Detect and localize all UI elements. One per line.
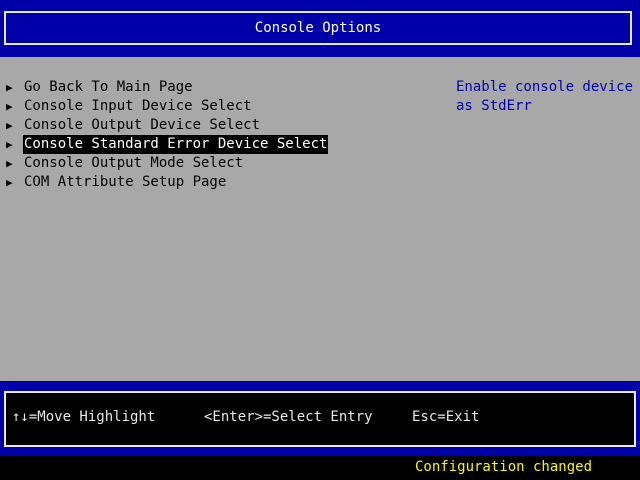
menu-list: ▶ Go Back To Main Page ▶ Console Input D…	[6, 78, 329, 192]
bios-screen: Console Options ▶ Go Back To Main Page ▶…	[0, 0, 640, 480]
menu-item-label: Console Output Device Select	[24, 117, 261, 133]
menu-item-console-output-mode-select[interactable]: ▶ Console Output Mode Select	[6, 154, 328, 173]
footer-band: ↑↓=Move Highlight <Enter>=Select Entry E…	[0, 381, 640, 456]
triangle-right-icon: ▶	[6, 81, 13, 94]
menu-item-console-input-device-select[interactable]: ▶ Console Input Device Select	[6, 97, 328, 116]
menu-item-label: Console Standard Error Device Select	[23, 135, 329, 154]
select-entry-hint: <Enter>=Select Entry	[204, 409, 373, 425]
triangle-right-icon: ▶	[6, 138, 13, 151]
title-band: Console Options	[0, 0, 640, 57]
move-highlight-hint: ↑↓=Move Highlight	[12, 409, 156, 425]
triangle-right-icon: ▶	[6, 157, 13, 170]
menu-item-label: Go Back To Main Page	[24, 79, 193, 95]
menu-item-go-back-to-main-page[interactable]: ▶ Go Back To Main Page	[6, 78, 328, 97]
menu-item-console-standard-error-device-select[interactable]: ▶ Console Standard Error Device Select	[6, 135, 329, 154]
menu-item-label: COM Attribute Setup Page	[24, 174, 227, 190]
triangle-right-icon: ▶	[6, 176, 13, 189]
status-message: Configuration changed	[415, 459, 593, 475]
help-text: Enable console device as StdErr	[456, 79, 634, 114]
menu-item-console-output-device-select[interactable]: ▶ Console Output Device Select	[6, 116, 328, 135]
triangle-right-icon: ▶	[6, 100, 13, 113]
menu-item-label: Console Output Mode Select	[24, 155, 244, 171]
menu-item-label: Console Input Device Select	[24, 98, 252, 114]
menu-item-com-attribute-setup-page[interactable]: ▶ COM Attribute Setup Page	[6, 173, 328, 192]
page-title: Console Options	[254, 19, 382, 36]
main-panel: ▶ Go Back To Main Page ▶ Console Input D…	[0, 57, 640, 381]
title-frame: Console Options	[4, 11, 632, 45]
triangle-right-icon: ▶	[6, 119, 13, 132]
exit-hint: Esc=Exit	[412, 409, 480, 425]
